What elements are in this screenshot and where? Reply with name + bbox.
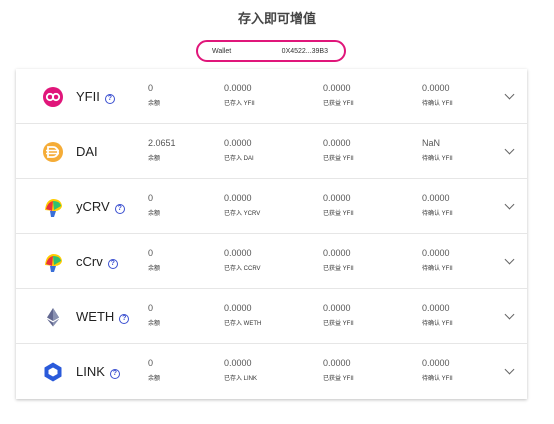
pending-value: 0.0000 bbox=[422, 358, 450, 368]
help-icon[interactable]: ? bbox=[119, 314, 130, 324]
pool-row-weth[interactable]: WETH? 0 余额 0.0000 已存入 WETH 0.0000 已获益 YFII … bbox=[16, 289, 527, 344]
deposited-value: 0.0000 bbox=[224, 138, 252, 148]
pool-row-dai[interactable]: DAI 2.0651 余额 0.0000 已存入 DAI 0.0000 已获益 YFI… bbox=[16, 124, 527, 179]
deposited-label: 已存入 DAI bbox=[224, 156, 254, 162]
balance-value: 2.0651 bbox=[148, 138, 176, 148]
link-icon bbox=[42, 361, 64, 383]
pending-value: 0.0000 bbox=[422, 248, 450, 258]
earned-label: 已获益 YFII bbox=[323, 376, 354, 382]
wallet-address: 0X4522...39B3 bbox=[281, 48, 328, 55]
earned-value: 0.0000 bbox=[323, 193, 351, 203]
wallet-button[interactable]: Wallet 0X4522...39B3 bbox=[196, 40, 346, 62]
chevron-down-icon[interactable] bbox=[504, 309, 515, 320]
ycrv-icon bbox=[42, 196, 64, 218]
pool-list: YFII? 0 余额 0.0000 已存入 YFII 0.0000 已获益 YFII … bbox=[16, 69, 527, 399]
chevron-down-icon[interactable] bbox=[504, 364, 515, 375]
chevron-down-icon[interactable] bbox=[504, 254, 515, 265]
pool-row-yfii[interactable]: YFII? 0 余额 0.0000 已存入 YFII 0.0000 已获益 YFII … bbox=[16, 69, 527, 124]
coin-name: LINK bbox=[76, 364, 105, 379]
earned-value: 0.0000 bbox=[323, 83, 351, 93]
yfii-icon bbox=[42, 86, 64, 108]
pending-label: 待确认 YFII bbox=[422, 321, 453, 327]
pending-value: NaN bbox=[422, 138, 441, 148]
coin-name: WETH bbox=[76, 309, 115, 324]
pending-value: 0.0000 bbox=[422, 303, 450, 313]
ccrv-icon bbox=[42, 251, 64, 273]
earned-value: 0.0000 bbox=[323, 138, 351, 148]
help-icon[interactable]: ? bbox=[107, 259, 118, 269]
deposited-value: 0.0000 bbox=[224, 248, 252, 258]
balance-value: 0 bbox=[148, 303, 154, 313]
deposited-value: 0.0000 bbox=[224, 193, 252, 203]
balance-label: 余额 bbox=[148, 101, 161, 107]
balance-value: 0 bbox=[148, 193, 154, 203]
balance-value: 0 bbox=[148, 83, 154, 93]
pending-label: 待确认 YFII bbox=[422, 211, 453, 217]
deposited-value: 0.0000 bbox=[224, 303, 252, 313]
help-icon[interactable]: ? bbox=[109, 369, 120, 379]
pool-row-ycrv[interactable]: yCRV? 0 余额 0.0000 已存入 YCRV 0.0000 已获益 YFII … bbox=[16, 179, 527, 234]
earned-label: 已获益 YFII bbox=[323, 266, 354, 272]
balance-label: 余额 bbox=[148, 266, 161, 272]
earned-value: 0.0000 bbox=[323, 303, 351, 313]
chevron-down-icon[interactable] bbox=[504, 199, 515, 210]
help-icon[interactable]: ? bbox=[114, 204, 125, 214]
pending-value: 0.0000 bbox=[422, 193, 450, 203]
balance-label: 余额 bbox=[148, 211, 161, 217]
earned-label: 已获益 YFII bbox=[323, 101, 354, 107]
wallet-label: Wallet bbox=[212, 48, 232, 55]
deposited-label: 已存入 LINK bbox=[224, 376, 258, 382]
coin-name: cCrv bbox=[76, 254, 103, 269]
dai-icon bbox=[42, 141, 64, 163]
weth-icon bbox=[42, 306, 64, 328]
balance-value: 0 bbox=[148, 358, 154, 368]
deposited-label: 已存入 YCRV bbox=[224, 211, 261, 217]
pending-label: 待确认 YFII bbox=[422, 376, 453, 382]
deposited-value: 0.0000 bbox=[224, 83, 252, 93]
balance-label: 余额 bbox=[148, 156, 161, 162]
chevron-down-icon[interactable] bbox=[504, 144, 515, 155]
balance-label: 余额 bbox=[148, 321, 161, 327]
coin-name: YFII bbox=[76, 89, 100, 104]
earned-label: 已获益 YFII bbox=[323, 156, 354, 162]
chevron-down-icon[interactable] bbox=[504, 89, 515, 100]
pending-label: 待确认 YFII bbox=[422, 266, 453, 272]
deposited-value: 0.0000 bbox=[224, 358, 252, 368]
deposited-label: 已存入 CCRV bbox=[224, 266, 261, 272]
balance-value: 0 bbox=[148, 248, 154, 258]
pool-row-ccrv[interactable]: cCrv? 0 余额 0.0000 已存入 CCRV 0.0000 已获益 YFII … bbox=[16, 234, 527, 289]
pool-row-link[interactable]: LINK? 0 余额 0.0000 已存入 LINK 0.0000 已获益 YFII … bbox=[16, 344, 527, 399]
deposited-label: 已存入 YFII bbox=[224, 101, 255, 107]
earned-value: 0.0000 bbox=[323, 248, 351, 258]
coin-name: yCRV bbox=[76, 199, 110, 214]
balance-label: 余额 bbox=[148, 376, 161, 382]
help-icon[interactable]: ? bbox=[104, 94, 115, 104]
deposited-label: 已存入 WETH bbox=[224, 321, 262, 327]
pending-value: 0.0000 bbox=[422, 83, 450, 93]
coin-name: DAI bbox=[76, 144, 98, 159]
earned-label: 已获益 YFII bbox=[323, 211, 354, 217]
page-title: 存入即可增值 bbox=[237, 12, 316, 27]
earned-label: 已获益 YFII bbox=[323, 321, 354, 327]
earned-value: 0.0000 bbox=[323, 358, 351, 368]
pending-label: 待确认 YFII bbox=[422, 101, 453, 107]
pending-label: 待确认 YFII bbox=[422, 156, 453, 162]
